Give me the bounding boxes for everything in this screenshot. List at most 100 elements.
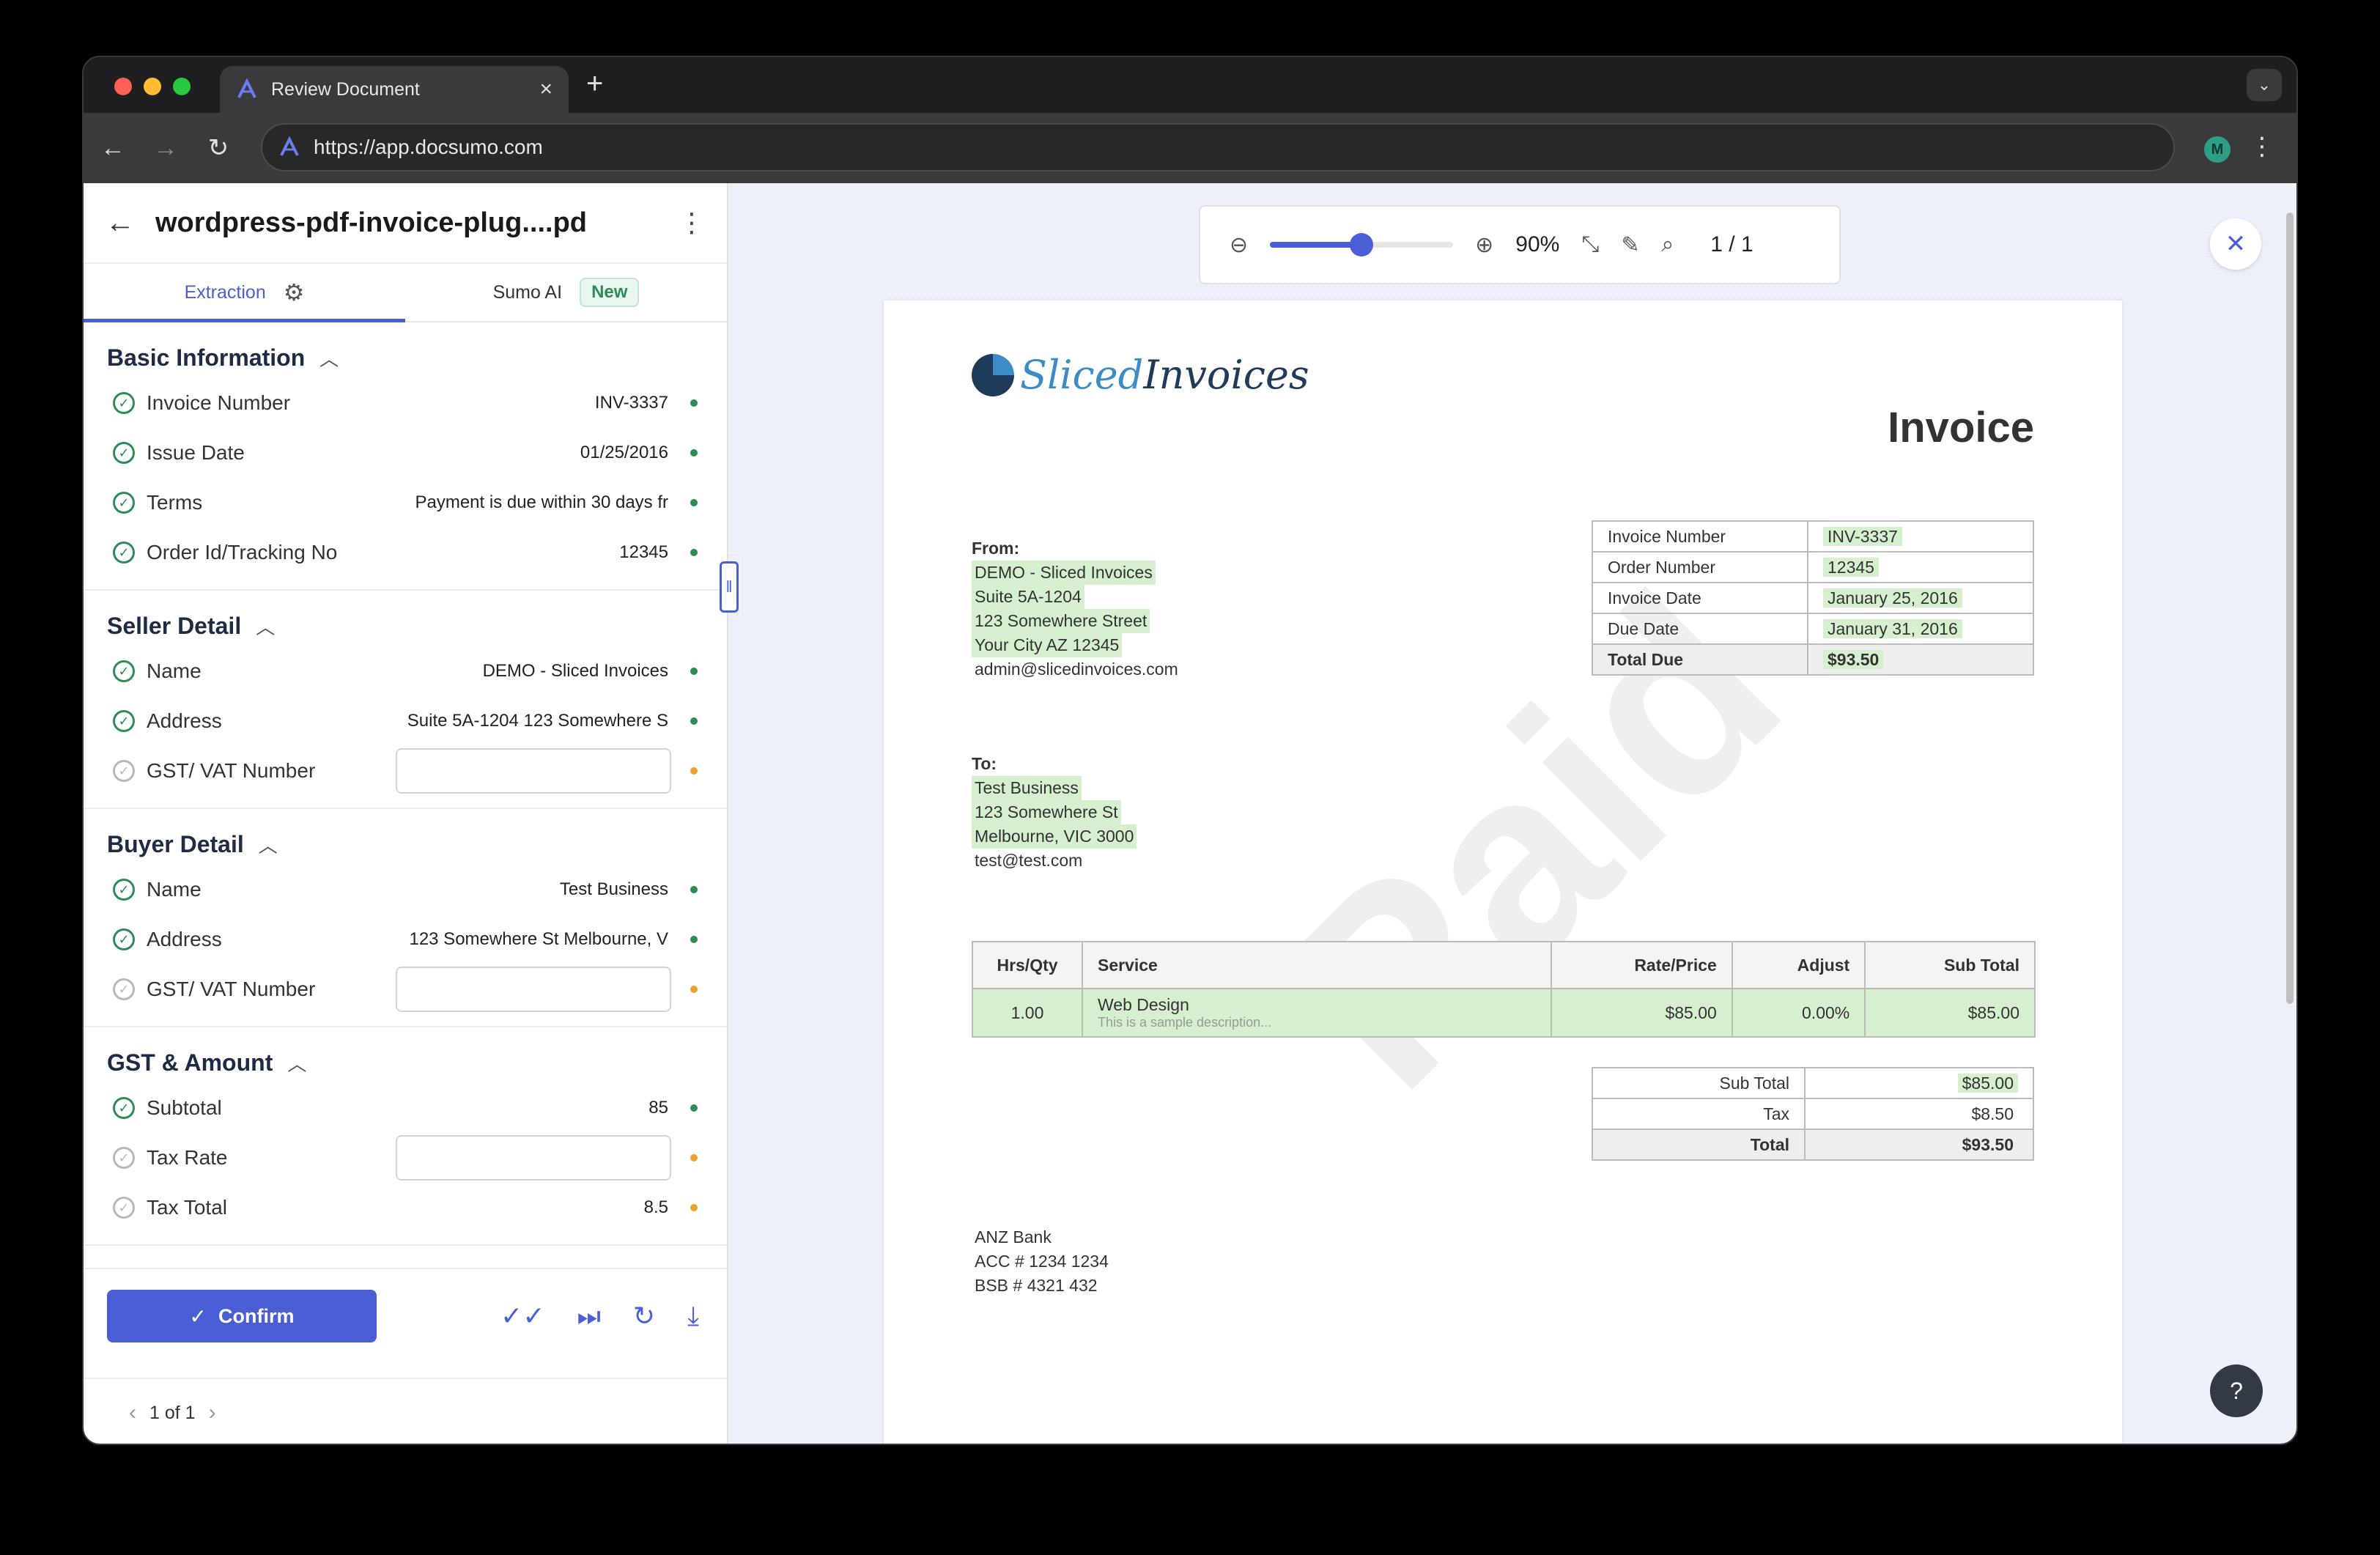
- tab-search-chevron-icon[interactable]: ⌄: [2247, 69, 2282, 101]
- tab-close-icon[interactable]: ×: [539, 77, 552, 102]
- zoom-slider-knob[interactable]: [1350, 233, 1374, 256]
- back-arrow-icon[interactable]: ←: [92, 128, 133, 169]
- chevron-up-icon[interactable]: ︿: [287, 1049, 306, 1076]
- field-value[interactable]: Payment is due within 30 days fr: [396, 492, 690, 513]
- profile-avatar[interactable]: M: [2204, 136, 2231, 163]
- more-options-icon[interactable]: ⋮: [679, 207, 705, 238]
- close-viewer-icon[interactable]: ✕: [2210, 218, 2261, 270]
- field-value[interactable]: 123 Somewhere St Melbourne, V: [396, 929, 690, 950]
- confirm-label: Confirm: [218, 1304, 295, 1327]
- zoom-slider[interactable]: [1270, 233, 1454, 256]
- panel-tabs: Extraction ⚙ Sumo AI New: [84, 264, 727, 322]
- section-header[interactable]: Basic Information ︿: [84, 337, 727, 378]
- field-value[interactable]: 85: [396, 1098, 690, 1118]
- meta-value-cell: $93.50: [1807, 643, 2034, 676]
- url-text: https://app.docsumo.com: [314, 136, 543, 158]
- section-header[interactable]: Seller Detail ︿: [84, 605, 727, 646]
- double-check-icon[interactable]: ✓✓: [500, 1301, 544, 1332]
- check-circle-icon[interactable]: ✓: [113, 928, 135, 950]
- field-row: ✓ Tax Total 8.5: [84, 1183, 727, 1233]
- close-window-button[interactable]: [114, 78, 132, 95]
- meta-value: 12345: [1823, 557, 1879, 577]
- address-line: admin@slicedinvoices.com: [972, 657, 1181, 682]
- document-title: wordpress-pdf-invoice-plug....pd: [155, 207, 587, 238]
- field-value[interactable]: Test Business: [396, 879, 690, 900]
- item-rate: $85.00: [1551, 988, 1733, 1038]
- logo-part2: Invoices: [1143, 352, 1309, 398]
- status-dot: [690, 1104, 698, 1112]
- field-value[interactable]: 01/25/2016: [396, 443, 690, 463]
- chevron-up-icon[interactable]: ︿: [259, 831, 278, 858]
- tab-sumo-ai[interactable]: Sumo AI New: [405, 264, 727, 321]
- viewer-scrollbar[interactable]: [2286, 213, 2294, 1004]
- prev-page-icon[interactable]: ‹: [129, 1400, 136, 1425]
- check-circle-icon[interactable]: ✓: [113, 1147, 135, 1169]
- address-text: test@test.com: [975, 851, 1083, 870]
- check-circle-icon[interactable]: ✓: [113, 392, 135, 414]
- item-description: This is a sample description...: [1098, 1015, 1272, 1030]
- field-value[interactable]: 8.5: [396, 1197, 690, 1218]
- tab-extraction[interactable]: Extraction ⚙: [84, 264, 405, 322]
- refresh-icon[interactable]: ↻: [633, 1301, 655, 1332]
- next-page-icon[interactable]: ›: [209, 1400, 216, 1425]
- panel-resize-handle[interactable]: ‖: [720, 561, 739, 613]
- zoom-in-icon[interactable]: ⊕: [1475, 232, 1493, 258]
- item-subtotal: $85.00: [1864, 988, 2036, 1038]
- skip-next-icon[interactable]: ⏭: [577, 1301, 601, 1332]
- check-circle-icon[interactable]: ✓: [113, 1097, 135, 1119]
- check-circle-icon[interactable]: ✓: [113, 1197, 135, 1219]
- field-label: Address: [147, 709, 222, 732]
- address-line: Test Business: [972, 776, 1137, 800]
- back-arrow-icon[interactable]: ←: [106, 207, 135, 240]
- maximize-window-button[interactable]: [173, 78, 191, 95]
- address-text: Test Business: [972, 776, 1082, 800]
- check-circle-icon[interactable]: ✓: [113, 492, 135, 514]
- confirm-button[interactable]: ✓ Confirm: [107, 1290, 377, 1342]
- gear-icon[interactable]: ⚙: [284, 278, 305, 306]
- to-label: To:: [972, 754, 997, 773]
- item-qty: 1.00: [972, 988, 1083, 1038]
- help-button[interactable]: ?: [2210, 1364, 2263, 1417]
- address-line: Melbourne, VIC 3000: [972, 824, 1137, 849]
- field-value[interactable]: Suite 5A-1204 123 Somewhere S: [396, 711, 690, 731]
- address-line: test@test.com: [972, 849, 1137, 873]
- address-line: ANZ Bank: [972, 1225, 1112, 1249]
- meta-value-cell: 12345: [1807, 551, 2034, 583]
- section-header[interactable]: Buyer Detail ︿: [84, 824, 727, 865]
- browser-menu-icon[interactable]: ⋮: [2250, 132, 2274, 161]
- url-bar[interactable]: https://app.docsumo.com: [261, 123, 2175, 171]
- table-header: Sub Total: [1864, 941, 2036, 989]
- field-input[interactable]: [396, 1135, 671, 1181]
- logo-pie-icon: [972, 353, 1014, 396]
- bank-details: ANZ Bank ACC # 1234 1234 BSB # 4321 432: [972, 1225, 1112, 1298]
- browser-tab[interactable]: Review Document ×: [220, 66, 569, 113]
- minimize-window-button[interactable]: [144, 78, 161, 95]
- address-text: admin@slicedinvoices.com: [975, 660, 1178, 679]
- field-value[interactable]: 12345: [396, 542, 690, 563]
- check-circle-icon[interactable]: ✓: [113, 760, 135, 782]
- check-circle-icon[interactable]: ✓: [113, 442, 135, 464]
- field-value[interactable]: DEMO - Sliced Invoices: [396, 661, 690, 682]
- check-circle-icon[interactable]: ✓: [113, 879, 135, 901]
- zoom-out-icon[interactable]: ⊖: [1230, 232, 1248, 258]
- field-label: Terms: [147, 491, 203, 514]
- status-dot: [690, 886, 698, 893]
- field-input[interactable]: [396, 748, 671, 794]
- chevron-up-icon[interactable]: ︿: [319, 344, 339, 372]
- download-icon[interactable]: ⤓: [687, 1301, 699, 1332]
- search-document-icon[interactable]: ⌕: [1661, 232, 1674, 257]
- fit-screen-icon[interactable]: ⤡: [1581, 232, 1599, 257]
- check-circle-icon[interactable]: ✓: [113, 660, 135, 682]
- check-circle-icon[interactable]: ✓: [113, 978, 135, 1000]
- section-header[interactable]: GST & Amount ︿: [84, 1042, 727, 1083]
- status-dot: [690, 767, 698, 775]
- edit-document-icon[interactable]: ✎: [1621, 232, 1639, 258]
- forward-arrow-icon[interactable]: →: [145, 128, 186, 169]
- field-value[interactable]: INV-3337: [396, 393, 690, 413]
- reload-icon[interactable]: ↻: [198, 128, 239, 169]
- check-circle-icon[interactable]: ✓: [113, 542, 135, 564]
- chevron-up-icon[interactable]: ︿: [256, 613, 275, 640]
- field-input[interactable]: [396, 967, 671, 1012]
- new-tab-icon[interactable]: +: [586, 67, 603, 100]
- check-circle-icon[interactable]: ✓: [113, 710, 135, 732]
